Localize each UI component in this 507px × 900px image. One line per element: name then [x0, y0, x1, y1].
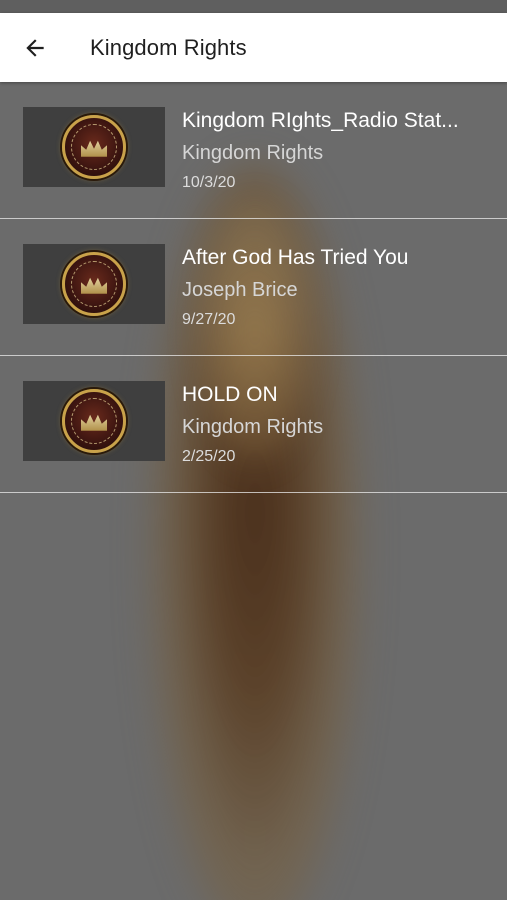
kingdom-ministries-logo-icon	[62, 252, 126, 316]
episode-title: After God Has Tried You	[182, 246, 409, 269]
kingdom-ministries-logo-icon	[62, 389, 126, 453]
list-item[interactable]: Kingdom RIghts_Radio Stat... Kingdom Rig…	[0, 82, 507, 219]
app-bar: Kingdom Rights	[0, 13, 507, 82]
episode-date: 2/25/20	[182, 448, 236, 465]
page-title: Kingdom Rights	[90, 35, 247, 60]
episode-list: Kingdom RIghts_Radio Stat... Kingdom Rig…	[0, 82, 507, 493]
episode-thumbnail	[23, 381, 165, 461]
episode-title: Kingdom RIghts_Radio Stat...	[182, 109, 459, 132]
status-bar	[0, 0, 507, 13]
episode-date: 9/27/20	[182, 311, 236, 328]
episode-thumbnail	[23, 244, 165, 324]
episode-author: Kingdom Rights	[182, 142, 324, 164]
episode-author: Kingdom Rights	[182, 416, 324, 438]
episode-thumbnail	[23, 107, 165, 187]
arrow-back-icon	[26, 39, 44, 57]
episode-author: Joseph Brice	[182, 279, 298, 301]
list-item[interactable]: HOLD ON Kingdom Rights 2/25/20	[0, 356, 507, 493]
list-item[interactable]: After God Has Tried You Joseph Brice 9/2…	[0, 219, 507, 356]
kingdom-ministries-logo-icon	[62, 115, 126, 179]
episode-title: HOLD ON	[182, 383, 278, 406]
back-button[interactable]	[14, 27, 56, 69]
episode-date: 10/3/20	[182, 174, 236, 191]
